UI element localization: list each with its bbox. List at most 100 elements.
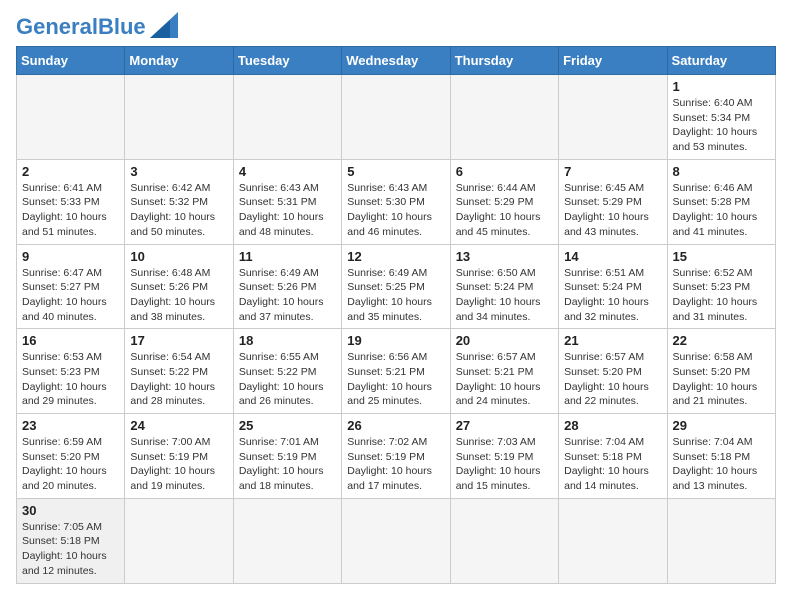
- weekday-header: Saturday: [667, 47, 775, 75]
- day-info: Sunrise: 6:45 AM Sunset: 5:29 PM Dayligh…: [564, 181, 661, 240]
- page-header: GeneralBlue: [16, 16, 776, 38]
- weekday-header: Friday: [559, 47, 667, 75]
- weekday-header: Thursday: [450, 47, 558, 75]
- day-info: Sunrise: 6:43 AM Sunset: 5:31 PM Dayligh…: [239, 181, 336, 240]
- day-number: 13: [456, 249, 553, 264]
- calendar-day-cell: 9Sunrise: 6:47 AM Sunset: 5:27 PM Daylig…: [17, 244, 125, 329]
- calendar-day-cell: 29Sunrise: 7:04 AM Sunset: 5:18 PM Dayli…: [667, 414, 775, 499]
- calendar-week-row: 30Sunrise: 7:05 AM Sunset: 5:18 PM Dayli…: [17, 498, 776, 583]
- day-info: Sunrise: 7:05 AM Sunset: 5:18 PM Dayligh…: [22, 520, 119, 579]
- calendar-day-cell: [125, 498, 233, 583]
- day-number: 24: [130, 418, 227, 433]
- weekday-header: Sunday: [17, 47, 125, 75]
- calendar-day-cell: 4 Sunrise: 6:43 AM Sunset: 5:31 PM Daylig…: [233, 159, 341, 244]
- calendar-day-cell: 8Sunrise: 6:46 AM Sunset: 5:28 PM Daylig…: [667, 159, 775, 244]
- calendar-day-cell: 27Sunrise: 7:03 AM Sunset: 5:19 PM Dayli…: [450, 414, 558, 499]
- calendar-day-cell: [667, 498, 775, 583]
- day-number: 19: [347, 333, 444, 348]
- day-info: Sunrise: 6:41 AM Sunset: 5:33 PM Dayligh…: [22, 181, 119, 240]
- logo-text: GeneralBlue: [16, 16, 146, 38]
- day-number: 11: [239, 249, 336, 264]
- calendar-day-cell: [342, 75, 450, 160]
- calendar-week-row: 9Sunrise: 6:47 AM Sunset: 5:27 PM Daylig…: [17, 244, 776, 329]
- day-info: Sunrise: 6:55 AM Sunset: 5:22 PM Dayligh…: [239, 350, 336, 409]
- day-number: 9: [22, 249, 119, 264]
- day-info: Sunrise: 7:01 AM Sunset: 5:19 PM Dayligh…: [239, 435, 336, 494]
- calendar-day-cell: 15 Sunrise: 6:52 AM Sunset: 5:23 PM Dayli…: [667, 244, 775, 329]
- calendar-day-cell: [125, 75, 233, 160]
- day-number: 25: [239, 418, 336, 433]
- calendar-table: SundayMondayTuesdayWednesdayThursdayFrid…: [16, 46, 776, 584]
- calendar-day-cell: 14 Sunrise: 6:51 AM Sunset: 5:24 PM Dayli…: [559, 244, 667, 329]
- day-number: 22: [673, 333, 770, 348]
- calendar-week-row: 2 Sunrise: 6:41 AM Sunset: 5:33 PM Daylig…: [17, 159, 776, 244]
- day-info: Sunrise: 6:59 AM Sunset: 5:20 PM Dayligh…: [22, 435, 119, 494]
- day-number: 14: [564, 249, 661, 264]
- calendar-day-cell: 7 Sunrise: 6:45 AM Sunset: 5:29 PM Daylig…: [559, 159, 667, 244]
- day-info: Sunrise: 6:51 AM Sunset: 5:24 PM Dayligh…: [564, 266, 661, 325]
- calendar-day-cell: 17 Sunrise: 6:54 AM Sunset: 5:22 PM Dayli…: [125, 329, 233, 414]
- calendar-day-cell: 5Sunrise: 6:43 AM Sunset: 5:30 PM Daylig…: [342, 159, 450, 244]
- calendar-day-cell: 3 Sunrise: 6:42 AM Sunset: 5:32 PM Daylig…: [125, 159, 233, 244]
- day-number: 23: [22, 418, 119, 433]
- day-info: Sunrise: 7:04 AM Sunset: 5:18 PM Dayligh…: [564, 435, 661, 494]
- weekday-header: Monday: [125, 47, 233, 75]
- calendar-day-cell: 12Sunrise: 6:49 AM Sunset: 5:25 PM Dayli…: [342, 244, 450, 329]
- day-number: 3: [130, 164, 227, 179]
- day-info: Sunrise: 6:53 AM Sunset: 5:23 PM Dayligh…: [22, 350, 119, 409]
- day-info: Sunrise: 7:02 AM Sunset: 5:19 PM Dayligh…: [347, 435, 444, 494]
- day-number: 21: [564, 333, 661, 348]
- calendar-day-cell: [559, 498, 667, 583]
- day-number: 29: [673, 418, 770, 433]
- day-info: Sunrise: 6:49 AM Sunset: 5:26 PM Dayligh…: [239, 266, 336, 325]
- day-info: Sunrise: 6:40 AM Sunset: 5:34 PM Dayligh…: [673, 96, 770, 155]
- day-number: 8: [673, 164, 770, 179]
- calendar-day-cell: 13 Sunrise: 6:50 AM Sunset: 5:24 PM Dayli…: [450, 244, 558, 329]
- day-info: Sunrise: 6:42 AM Sunset: 5:32 PM Dayligh…: [130, 181, 227, 240]
- weekday-header: Tuesday: [233, 47, 341, 75]
- day-number: 28: [564, 418, 661, 433]
- logo: GeneralBlue: [16, 16, 178, 38]
- day-number: 18: [239, 333, 336, 348]
- day-info: Sunrise: 6:58 AM Sunset: 5:20 PM Dayligh…: [673, 350, 770, 409]
- calendar-day-cell: 28 Sunrise: 7:04 AM Sunset: 5:18 PM Dayli…: [559, 414, 667, 499]
- calendar-day-cell: 21 Sunrise: 6:57 AM Sunset: 5:20 PM Dayli…: [559, 329, 667, 414]
- day-info: Sunrise: 6:52 AM Sunset: 5:23 PM Dayligh…: [673, 266, 770, 325]
- day-number: 17: [130, 333, 227, 348]
- day-number: 6: [456, 164, 553, 179]
- calendar-day-cell: 11 Sunrise: 6:49 AM Sunset: 5:26 PM Dayli…: [233, 244, 341, 329]
- day-number: 1: [673, 79, 770, 94]
- day-info: Sunrise: 6:49 AM Sunset: 5:25 PM Dayligh…: [347, 266, 444, 325]
- day-number: 4: [239, 164, 336, 179]
- day-number: 16: [22, 333, 119, 348]
- calendar-day-cell: 6 Sunrise: 6:44 AM Sunset: 5:29 PM Daylig…: [450, 159, 558, 244]
- logo-icon: [150, 12, 178, 38]
- day-info: Sunrise: 6:48 AM Sunset: 5:26 PM Dayligh…: [130, 266, 227, 325]
- day-info: Sunrise: 6:44 AM Sunset: 5:29 PM Dayligh…: [456, 181, 553, 240]
- calendar-day-cell: [233, 75, 341, 160]
- calendar-day-cell: [233, 498, 341, 583]
- calendar-day-cell: [450, 75, 558, 160]
- day-info: Sunrise: 6:54 AM Sunset: 5:22 PM Dayligh…: [130, 350, 227, 409]
- calendar-day-cell: [450, 498, 558, 583]
- day-number: 2: [22, 164, 119, 179]
- calendar-day-cell: 23 Sunrise: 6:59 AM Sunset: 5:20 PM Dayli…: [17, 414, 125, 499]
- calendar-week-row: 16 Sunrise: 6:53 AM Sunset: 5:23 PM Dayli…: [17, 329, 776, 414]
- day-number: 7: [564, 164, 661, 179]
- calendar-day-cell: 2 Sunrise: 6:41 AM Sunset: 5:33 PM Daylig…: [17, 159, 125, 244]
- day-info: Sunrise: 6:56 AM Sunset: 5:21 PM Dayligh…: [347, 350, 444, 409]
- calendar-day-cell: 18 Sunrise: 6:55 AM Sunset: 5:22 PM Dayli…: [233, 329, 341, 414]
- day-info: Sunrise: 6:50 AM Sunset: 5:24 PM Dayligh…: [456, 266, 553, 325]
- day-number: 15: [673, 249, 770, 264]
- logo-blue: Blue: [98, 14, 146, 39]
- calendar-week-row: 23 Sunrise: 6:59 AM Sunset: 5:20 PM Dayli…: [17, 414, 776, 499]
- day-info: Sunrise: 7:03 AM Sunset: 5:19 PM Dayligh…: [456, 435, 553, 494]
- calendar-day-cell: [559, 75, 667, 160]
- calendar-day-cell: 1 Sunrise: 6:40 AM Sunset: 5:34 PM Daylig…: [667, 75, 775, 160]
- calendar-day-cell: 10Sunrise: 6:48 AM Sunset: 5:26 PM Dayli…: [125, 244, 233, 329]
- day-info: Sunrise: 6:57 AM Sunset: 5:20 PM Dayligh…: [564, 350, 661, 409]
- calendar-day-cell: [342, 498, 450, 583]
- day-number: 5: [347, 164, 444, 179]
- calendar-day-cell: 16 Sunrise: 6:53 AM Sunset: 5:23 PM Dayli…: [17, 329, 125, 414]
- calendar-day-cell: 19 Sunrise: 6:56 AM Sunset: 5:21 PM Dayli…: [342, 329, 450, 414]
